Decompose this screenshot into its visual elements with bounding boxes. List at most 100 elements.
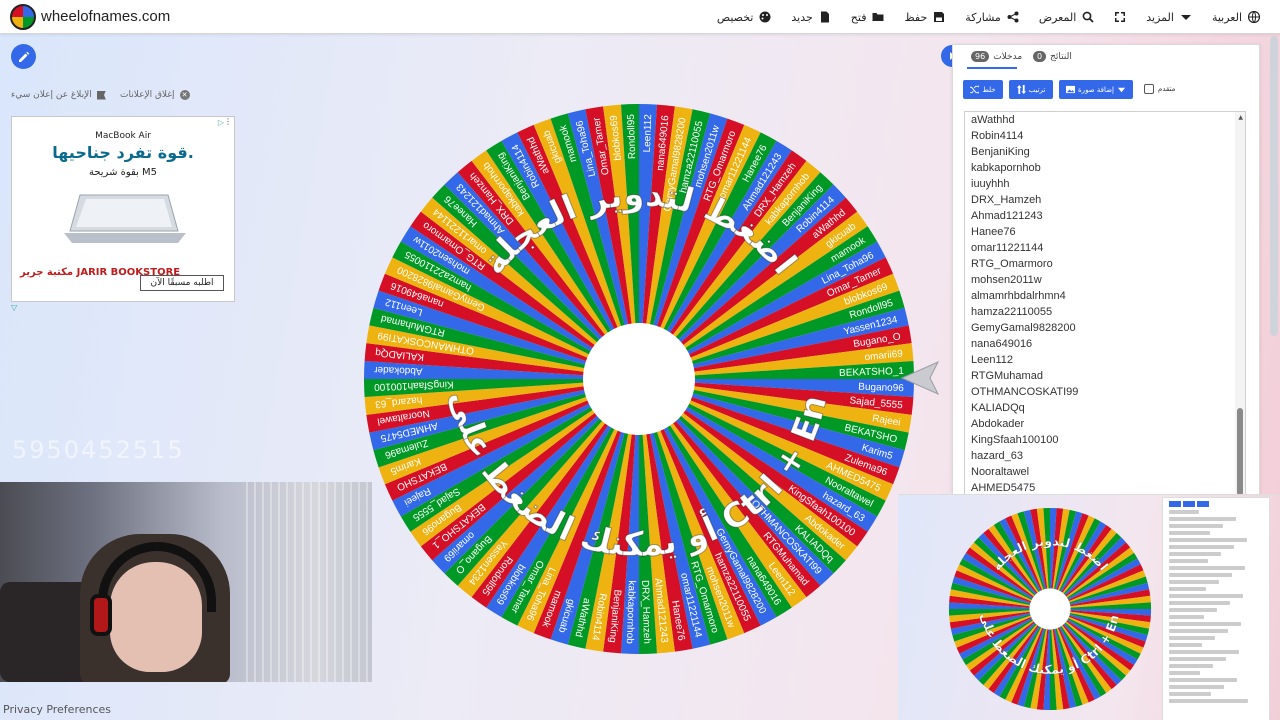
shuffle-icon [970, 85, 980, 94]
add-image-label: إضافة صورة [1078, 85, 1114, 94]
entry-line: hazard_63 [971, 450, 1023, 462]
tab-results[interactable]: النتائج 0 [1033, 51, 1072, 62]
entry-line: hamza22110055 [971, 306, 1053, 318]
tab-entries[interactable]: مدخلات 96 [971, 51, 1022, 62]
preview-entry-line [1169, 678, 1237, 682]
shuffle-button[interactable]: خلط [963, 80, 1003, 99]
entry-line: GemyGamal9828200 [971, 322, 1076, 334]
wheel-center-hub[interactable] [1029, 588, 1071, 630]
ad-cta-button[interactable]: اطلبه مسبقًا الآن [140, 275, 224, 291]
report-ad-label: الإبلاغ عن إعلان سيء [11, 90, 92, 100]
entry-line: RTG_Omarmoro [971, 258, 1053, 270]
menu-customize-label: تخصيص [716, 10, 754, 24]
top-menu: العربية المزيد المعرض مشاركة حفظ فتح جدي… [717, 0, 1260, 34]
preview-entry-line [1169, 580, 1219, 584]
entry-line: BenjaniKing [971, 146, 1030, 158]
fullscreen-icon [1115, 12, 1126, 22]
add-image-button[interactable]: إضافة صورة [1059, 80, 1133, 99]
menu-open-label: فتح [850, 10, 867, 24]
new-file-icon [820, 11, 829, 23]
entry-line: Leen112 [971, 354, 1014, 366]
entry-line: aWathhd [971, 114, 1015, 126]
preview-entry-line [1169, 573, 1232, 577]
page-scrollbar[interactable] [1270, 36, 1278, 336]
entry-line: KingSfaah100100 [971, 434, 1059, 446]
preview-entries-panel [1162, 497, 1270, 720]
preview-entry-line [1169, 629, 1228, 633]
scroll-thumb[interactable] [1237, 408, 1243, 496]
close-ads-link[interactable]: إغلاق الإعلانات ✕ [120, 90, 190, 100]
menu-customize[interactable]: تخصيص [717, 11, 772, 24]
entry-line: Nooraltawel [971, 466, 1030, 478]
menu-new[interactable]: جديد [791, 11, 830, 24]
entries-scrollbar[interactable]: ▲ [1235, 112, 1245, 502]
menu-share-label: مشاركة [965, 10, 1001, 24]
entries-panel: مدخلات 96 النتائج 0 خلط ترتيب إضافة صورة… [952, 44, 1260, 504]
report-ad-link[interactable]: الإبلاغ عن إعلان سيء [11, 90, 106, 100]
save-icon [934, 12, 945, 22]
wheel-segment-label: DRX_Hamzeh [639, 580, 652, 644]
sort-button[interactable]: ترتيب [1009, 80, 1053, 99]
wheel-segment-label: Bugano96 [858, 382, 904, 395]
ad-subheadline: بقوة شريحة M5 [88, 167, 158, 178]
webcam-overlay [0, 482, 372, 682]
caret-down-icon [1180, 15, 1191, 20]
site-logo-icon[interactable] [10, 4, 36, 30]
wheel-pointer-icon [900, 360, 940, 396]
spin-wheel[interactable]: Leen112 nana649016GemyGamal9828200hamza22… [356, 96, 922, 662]
menu-language[interactable]: العربية [1212, 11, 1260, 24]
entry-line: RTGMuhamad [971, 370, 1043, 382]
preview-entry-line [1169, 643, 1202, 647]
tab-results-count: 0 [1033, 51, 1047, 62]
palette-icon [759, 11, 771, 23]
shuffle-label: خلط [982, 85, 996, 94]
entry-line: kabkapornhob [971, 162, 1041, 174]
menu-fullscreen[interactable] [1114, 11, 1126, 23]
edit-button[interactable] [11, 44, 36, 69]
menu-save[interactable]: حفظ [904, 11, 945, 24]
scroll-up-icon[interactable]: ▲ [1238, 114, 1243, 121]
entries-textarea[interactable]: aWathhd Robin4114 BenjaniKing kabkapornhob i… [964, 111, 1246, 503]
sort-label: ترتيب [1028, 85, 1046, 94]
preview-entry-line [1169, 685, 1224, 689]
menu-gallery[interactable]: المعرض [1039, 11, 1094, 24]
entry-line: almamrhbdalrhmn4 [971, 290, 1066, 302]
caret-down-icon [1117, 87, 1126, 93]
wheel-segment-label: BEKATSHO_1 [839, 366, 905, 379]
privacy-preferences-link[interactable]: Privacy Preferences [3, 703, 111, 716]
entry-line: KALIADQq [971, 402, 1025, 414]
entry-line: Abdokader [971, 418, 1025, 430]
entry-line: OTHMANCOSKATI99 [971, 386, 1079, 398]
entry-line: Ahmad121243 [971, 210, 1043, 222]
screen-share-preview: اضغط لتدوير العجلةأو يمكنك الضغط على زر … [898, 494, 1280, 720]
preview-entry-line [1169, 510, 1199, 514]
site-title[interactable]: wheelofnames.com [41, 8, 170, 25]
laptop-image [64, 194, 186, 243]
preview-entry-line [1169, 594, 1243, 598]
menu-share[interactable]: مشاركة [965, 11, 1019, 24]
webcam-curtain [240, 482, 372, 682]
entry-line: Robin4114 [971, 130, 1024, 142]
menu-open[interactable]: فتح [851, 11, 885, 24]
ad-close-icon[interactable]: ⋮ [224, 117, 232, 126]
headphone-ear [90, 594, 112, 636]
advertisement[interactable]: ▷ ⋮ MacBook Air قوة تفرد جناحيها. بقوة ش… [11, 116, 235, 302]
preview-entry-line [1169, 650, 1239, 654]
entries-toolbar: خلط ترتيب إضافة صورة متقدم [963, 80, 1253, 100]
advanced-checkbox[interactable] [1144, 84, 1154, 94]
pencil-icon [18, 51, 29, 62]
tab-results-label: النتائج [1050, 51, 1072, 62]
preview-entry-line [1169, 636, 1215, 640]
tab-entries-label: مدخلات [993, 51, 1023, 62]
entry-line: Hanee76 [971, 226, 1016, 238]
entry-list: aWathhd Robin4114 BenjaniKing kabkapornhob i… [965, 112, 1245, 496]
preview-entry-line [1169, 559, 1208, 563]
ad-choices-icon[interactable]: ▽ [11, 303, 17, 312]
advanced-toggle[interactable]: متقدم [1144, 84, 1175, 94]
preview-entry-line [1169, 524, 1223, 528]
preview-entry-line [1169, 608, 1217, 612]
wheel-center-hub[interactable] [583, 323, 695, 435]
share-icon [1007, 11, 1019, 23]
preview-entry-line [1169, 517, 1236, 521]
menu-more[interactable]: المزيد [1146, 11, 1192, 24]
